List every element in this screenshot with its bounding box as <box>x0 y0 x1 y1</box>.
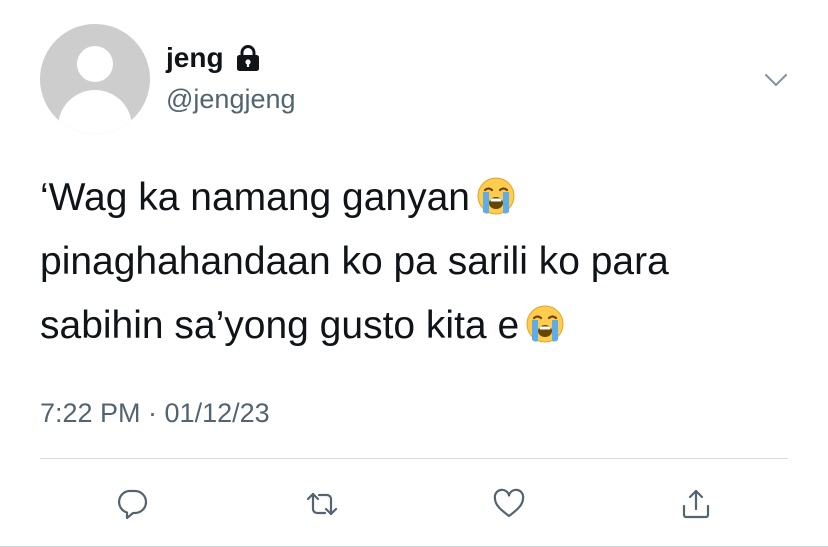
default-avatar-icon-body <box>58 90 132 134</box>
tweet-text: ‘Wag ka namang ganyan pinaghahandaan ko … <box>40 166 800 358</box>
loudly-crying-face-icon <box>525 300 565 343</box>
default-avatar-icon-head <box>77 46 113 82</box>
share-icon <box>682 489 710 519</box>
divider <box>40 458 788 459</box>
heart-icon <box>493 488 525 518</box>
reply-icon <box>118 489 148 520</box>
reply-button[interactable] <box>112 484 152 524</box>
user-handle[interactable]: @jengjeng <box>166 83 296 115</box>
display-name[interactable]: jeng <box>166 42 224 74</box>
tweet-line-2: pinaghahandaan ko pa sarili ko para <box>40 240 669 283</box>
user-name-row: jeng <box>166 42 262 74</box>
tweet-timestamp[interactable]: 7:22 PM · 01/12/23 <box>40 396 270 430</box>
retweet-icon <box>306 492 338 516</box>
retweet-button[interactable] <box>302 484 342 524</box>
avatar[interactable] <box>40 24 150 134</box>
like-button[interactable] <box>489 484 529 524</box>
chevron-down-icon[interactable] <box>762 66 790 94</box>
share-button[interactable] <box>676 484 716 524</box>
lock-icon <box>234 44 262 72</box>
tweet-line-1: ‘Wag ka namang ganyan <box>40 166 800 230</box>
tweet-line-3: sabihin sa’yong gusto kita e <box>40 294 800 358</box>
loudly-crying-face-icon <box>476 172 516 215</box>
